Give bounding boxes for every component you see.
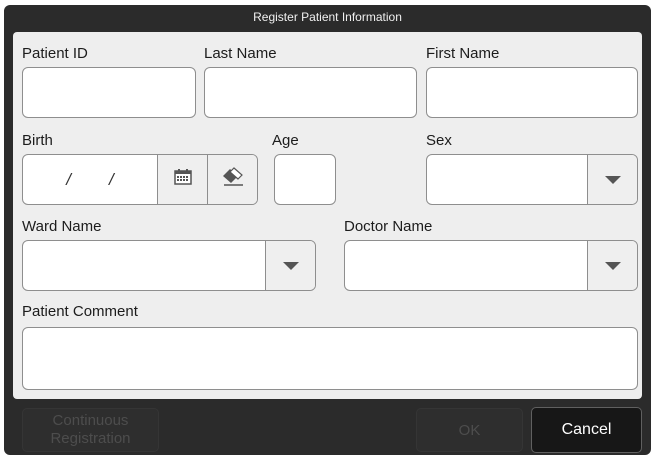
birth-label: Birth (22, 132, 53, 149)
ward-name-select[interactable] (22, 240, 316, 291)
clear-date-button[interactable] (207, 155, 257, 204)
ward-name-dropdown-button[interactable] (265, 241, 315, 290)
date-separator: / (66, 169, 71, 189)
continuous-registration-button[interactable]: Continuous Registration (22, 408, 159, 452)
chevron-down-icon (604, 175, 621, 184)
first-name-label: First Name (426, 45, 500, 62)
ward-name-value (23, 241, 265, 290)
date-separator: / (109, 169, 114, 189)
sex-label: Sex (426, 132, 452, 149)
doctor-name-label: Doctor Name (344, 218, 433, 235)
chevron-down-icon (282, 261, 299, 270)
patient-id-label: Patient ID (22, 45, 88, 62)
eraser-icon (221, 167, 245, 192)
birth-date-field[interactable]: / / (22, 154, 258, 205)
age-field[interactable] (274, 154, 336, 205)
patient-comment-label: Patient Comment (22, 303, 138, 320)
ok-button[interactable]: OK (416, 408, 523, 452)
continuous-registration-label-line2: Registration (50, 430, 131, 447)
sex-value (427, 155, 587, 204)
last-name-label: Last Name (204, 45, 277, 62)
doctor-name-select[interactable] (344, 240, 638, 291)
sex-dropdown-button[interactable] (587, 155, 637, 204)
patient-comment-field[interactable] (22, 327, 638, 390)
ward-name-label: Ward Name (22, 218, 102, 235)
form-panel: Patient ID Last Name First Name Birth / … (13, 32, 642, 399)
calendar-icon (173, 169, 192, 190)
chevron-down-icon (604, 261, 621, 270)
patient-id-field[interactable] (22, 67, 196, 118)
first-name-field[interactable] (426, 67, 638, 118)
calendar-button[interactable] (157, 155, 207, 204)
age-label: Age (272, 132, 299, 149)
cancel-button[interactable]: Cancel (531, 407, 642, 453)
sex-select[interactable] (426, 154, 638, 205)
continuous-registration-label-line1: Continuous (52, 412, 129, 429)
register-patient-dialog: Register Patient Information Patient ID … (4, 5, 651, 455)
doctor-name-value (345, 241, 587, 290)
last-name-field[interactable] (204, 67, 417, 118)
birth-date-input[interactable]: / / (23, 155, 157, 204)
dialog-title: Register Patient Information (253, 10, 402, 24)
doctor-name-dropdown-button[interactable] (587, 241, 637, 290)
